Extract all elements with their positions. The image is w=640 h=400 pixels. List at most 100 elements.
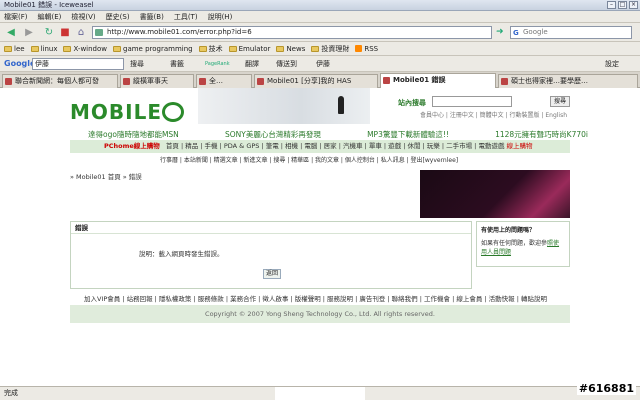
google-search-icon: G xyxy=(513,29,519,37)
tab-label: Mobile01 錯誤 xyxy=(393,76,446,84)
bookmark-news[interactable]: News xyxy=(276,42,305,55)
help-panel: 有使用上的問題嗎？ 如果有任何問題，歡迎參照使用人員問題 xyxy=(476,221,570,267)
promo-link[interactable]: 1128元擁有聲巧時尚K770i xyxy=(495,129,588,140)
search-placeholder: Google xyxy=(523,28,548,36)
menu-tools[interactable]: 工具(T) xyxy=(174,11,198,22)
bookmark-investment[interactable]: 投資理財 xyxy=(311,42,349,55)
tab-mobile01-share[interactable]: Mobile01 [分享]我的 HAS xyxy=(254,74,378,88)
close-button[interactable]: × xyxy=(629,1,638,9)
translate-button[interactable]: 翻譯 xyxy=(245,56,259,72)
bookmark-linux[interactable]: linux xyxy=(30,42,58,55)
go-icon[interactable]: ➜ xyxy=(496,27,506,38)
google-settings-button[interactable]: 設定 xyxy=(605,56,619,72)
tab-favicon-icon xyxy=(383,77,390,84)
promo-links: 達得ogo隨時隨地都能MSN SONY美麗心台灣精彩再發現 MP3驚豐下載新體驗… xyxy=(88,129,588,140)
minimize-button[interactable]: – xyxy=(607,1,616,9)
tab-favicon-icon xyxy=(257,78,264,85)
tab-master-degree[interactable]: 碩士也得家裡…要學歷… xyxy=(498,74,638,88)
rss-icon xyxy=(355,45,363,52)
pchome-link[interactable]: PChome線上購物 xyxy=(104,142,160,150)
image-id-watermark: #616881 xyxy=(576,382,636,395)
folder-icon xyxy=(276,45,285,52)
window-title: Mobile01 錯誤 - Iceweasel xyxy=(4,1,94,9)
promo-link[interactable]: SONY美麗心台灣精彩再發現 xyxy=(225,129,321,140)
tab-label: Mobile01 [分享]我的 HAS xyxy=(267,77,352,85)
url-input[interactable]: http://www.mobile01.com/error.php?id=6 xyxy=(92,26,492,39)
tab-udn[interactable]: 聯合新聞網：每個人都可發 xyxy=(2,74,118,88)
menu-bookmarks[interactable]: 書籤(B) xyxy=(140,11,164,22)
pagerank-indicator: PageRank xyxy=(205,61,230,67)
tab-favicon-icon xyxy=(501,78,508,85)
stop-icon[interactable]: ■ xyxy=(58,26,72,39)
error-message: 說明：載入網頁時發生錯誤。 xyxy=(139,250,224,258)
tab-label: 全… xyxy=(209,77,223,85)
bookmark-label: X-window xyxy=(73,44,107,53)
help-text-body: 如果有任何問題，歡迎參 xyxy=(481,240,548,247)
google-logo: Google xyxy=(4,59,36,68)
google-toolbar-input[interactable]: 伊藤 xyxy=(32,58,124,70)
logo-ring-icon xyxy=(162,102,184,122)
menu-bar: 檔案(F) 編輯(E) 檢視(V) 歷史(S) 書籤(B) 工具(T) 說明(H… xyxy=(0,11,640,23)
url-text: http://www.mobile01.com/error.php?id=6 xyxy=(107,28,252,36)
online-shopping-link[interactable]: 線上購物 xyxy=(507,142,533,150)
bookmark-xwindow[interactable]: X-window xyxy=(63,42,107,55)
tab-favicon-icon xyxy=(123,78,130,85)
home-icon[interactable]: ⌂ xyxy=(74,26,88,39)
footer-navigation[interactable]: 加入VIP會員 | 站務回報 | 隱私權政策 | 服務條款 | 業務合作 | 徵… xyxy=(84,293,547,303)
bookmark-game-programming[interactable]: game programming xyxy=(113,42,193,55)
error-panel: 錯誤 說明：載入網頁時發生錯誤。 返回 xyxy=(70,221,472,289)
breadcrumb[interactable]: » Mobile01 首頁 » 錯誤 xyxy=(70,171,142,181)
send-to-button[interactable]: 傳送到 xyxy=(276,56,297,72)
search-input[interactable]: G Google xyxy=(510,26,632,39)
menu-history[interactable]: 歷史(S) xyxy=(106,11,130,22)
tab-military[interactable]: 縱橫軍事天 xyxy=(120,74,194,88)
maximize-button[interactable]: □ xyxy=(618,1,627,9)
top-links[interactable]: 會員中心 | 注冊中文 | 簡體中文 | 行動裝置版 | English xyxy=(420,110,567,119)
mobile01-logo[interactable]: MOBILE xyxy=(70,100,184,124)
bookmark-label: RSS xyxy=(364,44,379,53)
menu-file[interactable]: 檔案(F) xyxy=(4,11,28,22)
tab-other[interactable]: 全… xyxy=(196,74,252,88)
page-content: MOBILE 站內搜尋 搜尋 會員中心 | 注冊中文 | 簡體中文 | 行動裝置… xyxy=(0,88,640,386)
logo-text: MOBILE xyxy=(70,100,162,124)
google-search-button[interactable]: 搜尋 xyxy=(130,56,144,72)
site-search-button[interactable]: 搜尋 xyxy=(550,96,570,107)
reload-icon[interactable]: ↻ xyxy=(42,26,56,39)
tab-label: 縱橫軍事天 xyxy=(133,77,168,85)
sub-navigation[interactable]: 行事曆 | 本站新聞 | 精選文章 | 新進文章 | 搜尋 | 精華區 | 我的… xyxy=(160,155,458,164)
bookmark-label: News xyxy=(286,44,306,53)
folder-icon xyxy=(63,45,72,52)
site-search-input[interactable] xyxy=(432,96,512,107)
error-title: 錯誤 xyxy=(71,222,471,234)
bookmark-label: linux xyxy=(40,44,58,53)
bookmark-tech[interactable]: 技术 xyxy=(198,42,223,55)
tab-favicon-icon xyxy=(199,78,206,85)
tab-bar: 聯合新聞網：每個人都可發 縱橫軍事天 全… Mobile01 [分享]我的 HA… xyxy=(0,72,640,88)
status-text: 完成 xyxy=(4,389,18,397)
bookmark-lee[interactable]: lee xyxy=(4,42,25,55)
spell-button[interactable]: 伊藤 xyxy=(316,56,330,72)
side-ad-image[interactable] xyxy=(420,170,570,218)
menu-help[interactable]: 說明(H) xyxy=(208,11,233,22)
promo-link[interactable]: MP3驚豐下載新體驗這!! xyxy=(367,129,449,140)
google-bookmarks-button[interactable]: 書籤 xyxy=(170,56,184,72)
forward-arrow-icon[interactable]: ▶ xyxy=(22,26,36,39)
category-links[interactable]: 首頁 | 精品 | 手機 | PDA & GPS | 筆電 | 相機 | 電腦 … xyxy=(166,142,505,150)
promo-link[interactable]: 達得ogo隨時隨地都能MSN xyxy=(88,129,179,140)
back-arrow-icon[interactable]: ◀ xyxy=(4,26,18,39)
tab-mobile01-error[interactable]: Mobile01 錯誤 xyxy=(380,73,496,88)
menu-view[interactable]: 檢視(V) xyxy=(71,11,95,22)
window-controls: – □ × xyxy=(607,1,638,9)
bookmark-label: Emulator xyxy=(238,44,271,53)
bookmarks-toolbar: lee linux X-window game programming 技术 E… xyxy=(0,42,640,56)
menu-edit[interactable]: 編輯(E) xyxy=(38,11,62,22)
bookmark-emulator[interactable]: Emulator xyxy=(228,42,271,55)
help-title: 有使用上的問題嗎？ xyxy=(481,227,536,234)
bookmark-label: 投資理財 xyxy=(321,44,350,53)
back-button[interactable]: 返回 xyxy=(263,269,281,279)
bookmark-rss[interactable]: RSS xyxy=(355,42,378,55)
header-banner-ad[interactable] xyxy=(198,88,370,124)
bookmark-label: 技术 xyxy=(208,44,223,53)
bookmark-label: game programming xyxy=(123,44,193,53)
title-bar: Mobile01 錯誤 - Iceweasel – □ × xyxy=(0,0,640,11)
